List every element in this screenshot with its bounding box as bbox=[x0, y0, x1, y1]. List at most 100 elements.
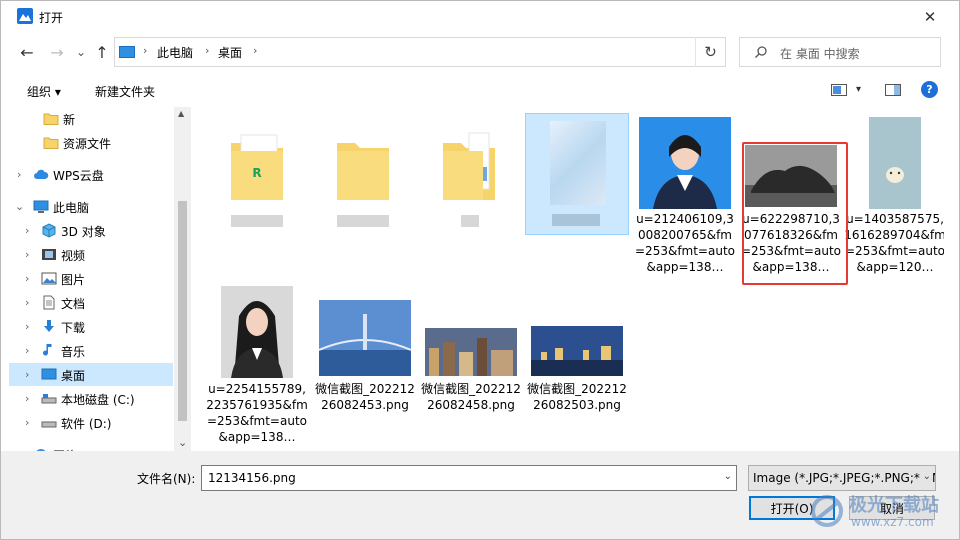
address-row: ← → ⌄ ↑ › 此电脑 › 桌面 › ↻ 在 桌面 中搜索 bbox=[1, 33, 959, 71]
content-scrollbar[interactable] bbox=[944, 107, 959, 451]
drive-icon bbox=[41, 421, 57, 428]
expand-icon[interactable]: › bbox=[25, 224, 29, 237]
breadcrumb-separator: › bbox=[143, 44, 148, 57]
blurred-thumbnail bbox=[550, 121, 606, 205]
sidebar-item-3d-objects[interactable]: › 3D 对象 bbox=[9, 219, 173, 242]
file-item-image[interactable]: u=2254155789,2235761935&fm=253&fmt=auto&… bbox=[205, 285, 309, 451]
filename-input[interactable]: 12134156.png ⌄ bbox=[201, 465, 737, 491]
breadcrumb-this-pc[interactable]: 此电脑 bbox=[157, 44, 193, 61]
preview-pane-button[interactable] bbox=[885, 84, 901, 99]
sidebar-item-label: 下载 bbox=[61, 321, 86, 335]
sidebar-item-label: 音乐 bbox=[61, 345, 86, 359]
sidebar-item-this-pc[interactable]: ⌄ 此电脑 bbox=[9, 195, 173, 218]
sidebar-item-label: 本地磁盘 (C:) bbox=[61, 393, 135, 407]
sidebar-item-new[interactable]: 新 bbox=[9, 107, 173, 130]
sidebar-item-network[interactable]: › 网络 bbox=[9, 443, 173, 451]
music-note-icon bbox=[43, 344, 52, 356]
chevron-down-icon[interactable]: ⌄ bbox=[724, 471, 732, 482]
recent-locations-button[interactable]: ⌄ bbox=[71, 42, 91, 62]
refresh-icon: ↻ bbox=[704, 43, 717, 61]
drive-icon bbox=[41, 394, 57, 404]
sidebar-item-videos[interactable]: › 视频 bbox=[9, 243, 173, 266]
file-name: 微信截图_20221226082503.png bbox=[527, 382, 627, 412]
scroll-down-icon[interactable]: ⌄ bbox=[178, 436, 187, 449]
sidebar-item-pictures[interactable]: › 图片 bbox=[9, 267, 173, 290]
navigation-pane: 新 资源文件 › WPS云盘 ⌄ 此电脑 › 3D 对象 › 视频 › 图片 ›… bbox=[9, 107, 191, 451]
file-item-image[interactable]: u=1403587575,1616289704&fm=253&fmt=auto&… bbox=[843, 115, 944, 285]
chevron-down-icon: ⌄ bbox=[75, 45, 87, 59]
file-item-folder[interactable] bbox=[417, 115, 521, 235]
skyline-photo-thumbnail bbox=[531, 326, 623, 376]
forward-button[interactable]: → bbox=[47, 42, 67, 62]
portrait-thumbnail bbox=[639, 117, 731, 209]
sidebar-item-desktop[interactable]: › 桌面 bbox=[9, 363, 173, 386]
expand-icon[interactable]: › bbox=[25, 248, 29, 261]
file-list: R u=212406109,3008200765&fm=253&fmt=auto… bbox=[191, 107, 944, 451]
sidebar-item-documents[interactable]: › 文档 bbox=[9, 291, 173, 314]
expand-icon[interactable]: › bbox=[17, 168, 21, 181]
breadcrumb-separator: › bbox=[253, 44, 258, 57]
file-item-image[interactable]: u=212406109,3008200765&fm=253&fmt=auto&a… bbox=[633, 115, 737, 285]
svg-text:R: R bbox=[252, 166, 261, 180]
computer-icon bbox=[33, 200, 49, 213]
sidebar-item-downloads[interactable]: › 下载 bbox=[9, 315, 173, 338]
sidebar-scrollbar[interactable]: ▲ ⌄ bbox=[174, 107, 191, 451]
close-button[interactable]: ✕ bbox=[907, 3, 953, 31]
sidebar-item-label: 新 bbox=[63, 113, 76, 127]
file-name: u=212406109,3008200765&fm=253&fmt=auto&a… bbox=[635, 212, 735, 274]
scrollbar-thumb[interactable] bbox=[178, 201, 187, 421]
new-folder-button[interactable]: 新建文件夹 bbox=[95, 83, 155, 100]
expand-icon[interactable]: › bbox=[25, 392, 29, 405]
file-item-image[interactable]: 微信截图_20221226082503.png bbox=[525, 285, 629, 451]
search-input[interactable]: 在 桌面 中搜索 bbox=[739, 37, 941, 67]
scroll-up-icon[interactable]: ▲ bbox=[178, 109, 184, 118]
help-button[interactable]: ? bbox=[921, 81, 938, 98]
blurred-filename bbox=[552, 214, 600, 226]
rock-photo-thumbnail bbox=[745, 145, 837, 207]
address-bar[interactable]: › 此电脑 › 桌面 › bbox=[114, 37, 726, 67]
back-button[interactable]: ← bbox=[17, 42, 37, 62]
view-options-button[interactable] bbox=[831, 84, 847, 99]
file-item-image[interactable]: 微信截图_20221226082453.png bbox=[313, 285, 417, 451]
file-item-selected[interactable] bbox=[525, 113, 629, 235]
expand-icon[interactable]: › bbox=[25, 272, 29, 285]
file-item-folder[interactable]: R bbox=[205, 115, 309, 235]
computer-icon bbox=[119, 46, 135, 58]
sidebar-item-label: 桌面 bbox=[61, 369, 86, 383]
cube-icon bbox=[42, 223, 56, 238]
view-dropdown-button[interactable]: ▾ bbox=[856, 84, 861, 95]
refresh-button[interactable]: ↻ bbox=[695, 37, 725, 67]
expand-icon[interactable]: › bbox=[25, 368, 29, 381]
sidebar-item-label: 软件 (D:) bbox=[61, 417, 112, 431]
title-bar: 打开 ✕ bbox=[1, 1, 959, 33]
folder-icon bbox=[337, 143, 389, 200]
blurred-filename bbox=[461, 215, 479, 227]
file-item-image[interactable]: 微信截图_20221226082458.png bbox=[419, 285, 523, 451]
expand-icon[interactable]: › bbox=[25, 344, 29, 357]
sidebar-item-drive-c[interactable]: › 本地磁盘 (C:) bbox=[9, 387, 173, 410]
sidebar-item-wps-cloud[interactable]: › WPS云盘 bbox=[9, 163, 173, 186]
sidebar-item-label: 视频 bbox=[61, 249, 86, 263]
collapse-icon[interactable]: ⌄ bbox=[15, 200, 24, 213]
breadcrumb-desktop[interactable]: 桌面 bbox=[218, 44, 242, 61]
sidebar-item-music[interactable]: › 音乐 bbox=[9, 339, 173, 362]
watermark-url: www.xz7.com bbox=[851, 515, 934, 529]
organize-button[interactable]: 组织 ▾ bbox=[27, 83, 61, 100]
sidebar-item-drive-d[interactable]: › 软件 (D:) bbox=[9, 411, 173, 434]
file-item-folder[interactable] bbox=[311, 115, 415, 235]
sidebar-item-resources[interactable]: 资源文件 bbox=[9, 131, 173, 154]
sidebar-item-label: 资源文件 bbox=[63, 137, 112, 151]
expand-icon[interactable]: › bbox=[25, 296, 29, 309]
expand-icon[interactable]: › bbox=[25, 416, 29, 429]
up-button[interactable]: ↑ bbox=[92, 42, 112, 62]
close-icon: ✕ bbox=[923, 8, 937, 26]
document-icon bbox=[43, 295, 55, 310]
file-type-value: Image (*.JPG;*.JPEG;*.PNG;*.BMP) bbox=[753, 471, 936, 485]
blurred-filename bbox=[231, 215, 283, 227]
file-name: 微信截图_20221226082458.png bbox=[421, 382, 521, 412]
sidebar-item-label: 3D 对象 bbox=[61, 225, 106, 239]
expand-icon[interactable]: › bbox=[25, 320, 29, 333]
folder-icon bbox=[43, 113, 59, 125]
sidebar-item-label: WPS云盘 bbox=[53, 169, 104, 183]
file-item-image[interactable]: u=622298710,3077618326&fm=253&fmt=auto&a… bbox=[739, 115, 843, 285]
